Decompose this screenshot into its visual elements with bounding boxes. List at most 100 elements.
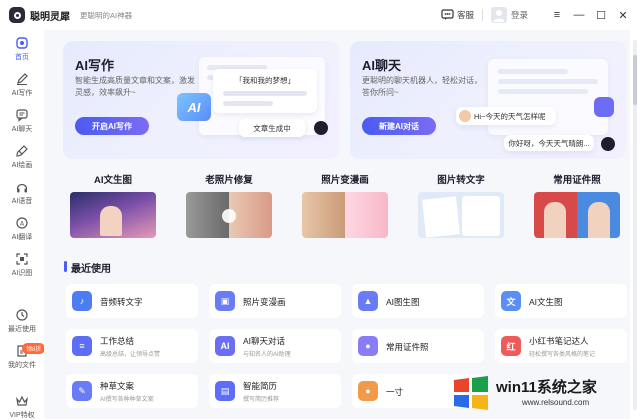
recent-item-ai-chat[interactable]: AI AI聊天对话 与知名人的AI助理 [209,329,341,363]
chat-bot-icon [594,97,614,117]
generating-status: 文章生成中 [239,119,305,137]
recent-item-name: AI文生图 [529,297,563,307]
card-title: AI聊天 [362,58,402,73]
customer-service-label: 客服 [456,10,474,20]
sidebar-item-ai-painting[interactable]: AI绘画 [0,144,44,170]
recent-item-name: 照片变漫画 [243,297,286,307]
sidebar-item-label: AI聊天 [11,126,33,133]
tool-id-photo[interactable]: 常用证件照 [522,172,632,242]
recent-item-name: AI聊天对话 [243,336,286,346]
avatar-icon [490,7,507,23]
writing-prompt-box: 「我和我的梦想」 [213,69,317,113]
sidebar-item-ai-translate[interactable]: A AI翻译 [0,216,44,242]
image-icon: ▲ [358,291,378,311]
clock-icon [16,309,28,321]
recent-item-desc: 与知名人的AI助理 [243,352,291,358]
prompt-title: 「我和我的梦想」 [235,76,295,85]
tool-label: AI文生图 [93,175,132,186]
translate-icon: A [16,217,28,229]
headphone-icon [16,183,28,193]
ai-chat-card[interactable]: AI聊天 更聪明的聊天机器人，轻松对话，答你所问~ 新建AI对话 Hi~今天的天… [350,41,626,159]
tool-image-to-text[interactable]: 图片转文字 [406,172,516,242]
chat-answer-bubble: 你好呀，今天天气晴朗... [504,135,594,151]
vip-icon [16,395,28,406]
recent-item-desc: 轻松撰写各类风格的笔记 [529,352,596,358]
sidebar-item-recent[interactable]: 最近使用 [0,308,44,334]
recent-item-name: AI图生图 [386,297,420,307]
login-button[interactable]: 登录 [490,7,528,23]
maximize-button[interactable]: ☐ [590,9,612,22]
watermark-url: www.relsound.com [522,398,590,407]
new-ai-chat-button[interactable]: 新建AI对话 [362,117,436,135]
sidebar-item-label: AI识图 [11,270,33,277]
scan-icon [16,253,28,265]
app-name: 聪明灵犀 [30,11,70,23]
tool-thumbnail [186,192,272,238]
photo-icon: ▣ [215,291,235,311]
sidebar-item-home[interactable]: 首页 [0,36,44,62]
sidebar-item-ai-chat[interactable]: AI聊天 [0,108,44,134]
login-label: 登录 [510,10,528,20]
sidebar-item-label: AI语音 [11,198,33,205]
app-slogan: 更聪明的AI神器 [80,10,133,20]
recent-item-work-summary[interactable]: ≡ 工作总结 高级总结，让领导点赞 [66,329,198,363]
ai-badge: AI [177,93,211,121]
site-watermark: win11系统之家 www.relsound.com [452,374,630,414]
customer-service-button[interactable]: 客服 [441,9,474,21]
sidebar-item-label: AI绘画 [11,162,33,169]
sidebar-item-label: AI写作 [11,90,33,97]
sidebar: 首页 AI写作 AI聊天 AI绘画 AI语音 A AI翻译 AI识图 最近使用 … [0,30,44,419]
logo-icon [9,7,25,23]
minimize-button[interactable]: — [568,9,590,21]
recent-item-id-photo[interactable]: ● 常用证件照 [352,329,484,363]
sidebar-item-vip[interactable]: VIP特权 [0,394,44,420]
tool-old-photo-restore[interactable]: 老照片修复 [174,172,284,242]
section-accent [64,261,67,272]
sidebar-item-ai-voice[interactable]: AI语音 [0,180,44,206]
recent-item-smart-resume[interactable]: ▤ 智能简历 撰写简历推荐 [209,374,341,408]
recent-item-seeding-copy[interactable]: ✎ 种草文案 AI撰写各种种草文案 [66,374,198,408]
user-avatar [459,110,471,122]
watermark-title: win11系统之家 [496,379,597,396]
svg-text:A: A [20,221,25,228]
ai-writing-card[interactable]: AI写作 智能生成高质量文章和文案，激发灵感，效率飙升~ 开启AI写作 「我和我… [63,41,339,159]
recent-item-xiaohongshu-notes[interactable]: 红 小红书笔记达人 轻松撰写各类风格的笔记 [495,329,627,363]
tool-photo-to-cartoon[interactable]: 照片变漫画 [290,172,400,242]
recent-item-name: 工作总结 [100,336,135,346]
recent-item-image-to-image[interactable]: ▲ AI图生图 [352,284,484,318]
tool-thumbnail [302,192,388,238]
portrait-icon: ● [358,381,378,401]
recent-item-name: 种草文案 [100,381,135,391]
assistant-icon [601,137,615,151]
recent-item-name: 小红书笔记达人 [529,336,589,346]
sidebar-item-ai-writing[interactable]: AI写作 [0,72,44,98]
doc-icon: ≡ [72,336,92,356]
tool-label: 常用证件照 [553,175,601,186]
recent-item-name: 音频转文字 [100,297,143,307]
recent-item-text-to-image[interactable]: 文 AI文生图 [495,284,627,318]
recent-item-name: 智能简历 [243,381,278,391]
tool-label: 照片变漫画 [321,175,369,186]
recent-item-desc: AI撰写各种种草文案 [100,397,154,403]
sidebar-item-ai-recognize[interactable]: AI识图 [0,252,44,278]
card-description: 更聪明的聊天机器人，轻松对话，答你所问~ [362,76,482,97]
menu-button[interactable]: ≡ [546,9,568,21]
vip-discount-badge: 领8折 [22,343,46,354]
sidebar-item-label: 最近使用 [8,326,36,333]
recent-item-audio-to-text[interactable]: ♪ 音频转文字 [66,284,198,318]
tool-label: 图片转文字 [437,175,485,186]
recent-item-name: 常用证件照 [386,342,429,352]
chat-bubble-icon: AI [215,336,235,356]
card-title: AI写作 [75,58,115,73]
close-button[interactable]: ✕ [612,9,634,22]
recent-item-photo-to-cartoon[interactable]: ▣ 照片变漫画 [209,284,341,318]
start-ai-writing-button[interactable]: 开启AI写作 [75,117,149,135]
recent-item-desc: 高级总结，让领导点赞 [100,352,161,358]
scrollbar-thumb[interactable] [633,55,637,105]
sidebar-item-label: 我的文件 [8,362,36,369]
brush-icon [16,145,28,157]
title-bar: 聪明灵犀 更聪明的AI神器 客服 登录 ≡ — ☐ ✕ [0,0,640,30]
recent-item-name: 一寸 [386,387,404,397]
note-icon: 红 [501,336,521,356]
tool-text-to-image[interactable]: AI文生图 [58,172,168,242]
